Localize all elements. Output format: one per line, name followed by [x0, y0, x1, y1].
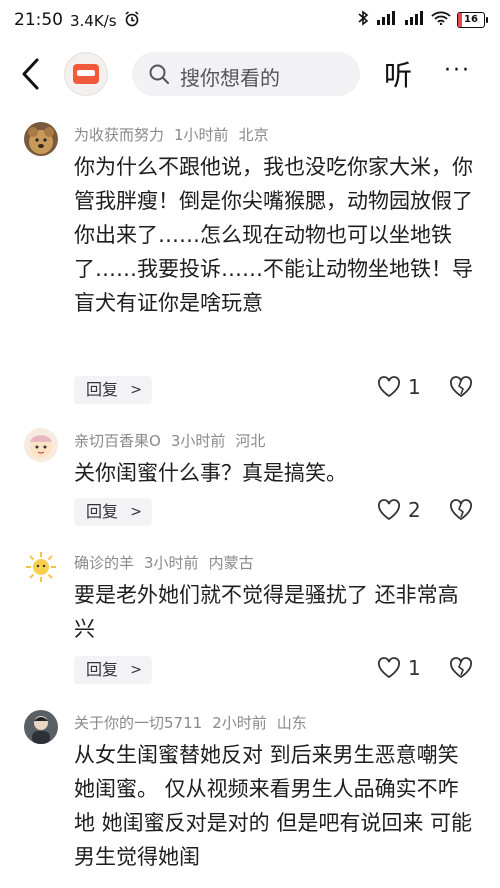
- comment-username[interactable]: 确诊的羊: [74, 554, 134, 572]
- dislike-button[interactable]: [448, 375, 474, 403]
- dislike-button[interactable]: [448, 656, 474, 684]
- heart-icon: [378, 657, 400, 679]
- comment-location: 内蒙古: [208, 554, 254, 572]
- chevron-right-icon: >: [130, 662, 142, 678]
- avatar[interactable]: [24, 428, 58, 462]
- comment-username[interactable]: 关于你的一切5711: [74, 714, 202, 732]
- app-icon[interactable]: [64, 52, 108, 96]
- heart-icon: [378, 499, 400, 521]
- comment-meta: 关于你的一切5711 2小时前 山东: [74, 712, 317, 733]
- comment-location: 河北: [235, 432, 266, 450]
- comment-text: 关你闺蜜什么事？真是搞笑。: [74, 461, 347, 485]
- comment-username[interactable]: 为收获而努力: [74, 126, 164, 144]
- like-count: 1: [408, 656, 421, 680]
- comment-text: 从女生闺蜜替她反对 到后来男生恶意嘲笑她闺蜜。 仅从视频来看男生人品确实不咋地 …: [74, 743, 473, 869]
- comment-text: 你为什么不跟他说，我也没吃你家大米，你管我胖瘦！倒是你尖嘴猴腮，动物园放假了你出…: [74, 155, 473, 315]
- avatar[interactable]: [24, 122, 58, 156]
- comment-text: 要是老外她们就不觉得是骚扰了 还非常高兴: [74, 583, 459, 641]
- broken-heart-icon: [450, 657, 472, 679]
- signal-icon: [375, 11, 397, 29]
- search-icon: [148, 63, 170, 89]
- search-placeholder: 搜你想看的: [180, 66, 280, 90]
- like-count: 2: [408, 498, 421, 522]
- back-arrow-icon: [22, 58, 39, 90]
- comment-location: 山东: [276, 714, 307, 732]
- chevron-right-icon: >: [130, 504, 142, 520]
- chevron-right-icon: >: [130, 382, 142, 398]
- comment-meta: 亲切百香果O 3小时前 河北: [74, 430, 275, 451]
- bluetooth-icon: [357, 10, 369, 30]
- status-time: 21:50: [14, 10, 63, 30]
- like-button[interactable]: 1: [376, 656, 421, 680]
- avatar[interactable]: [24, 550, 58, 584]
- reply-label: 回复: [86, 502, 119, 521]
- reply-button[interactable]: 回复 >: [74, 498, 152, 526]
- comment-time: 1小时前: [174, 126, 229, 144]
- like-count: 1: [408, 375, 421, 399]
- like-button[interactable]: 2: [376, 498, 421, 522]
- back-button[interactable]: [18, 56, 46, 92]
- comment-time: 2小时前: [212, 714, 267, 732]
- wifi-icon: [431, 11, 451, 29]
- broken-heart-icon: [450, 499, 472, 521]
- search-box[interactable]: 搜你想看的: [132, 52, 360, 96]
- comment-meta: 为收获而努力 1小时前 北京: [74, 124, 279, 145]
- signal-icon-2: [403, 11, 425, 29]
- top-nav: 搜你想看的 听 ···: [0, 44, 500, 104]
- reply-button[interactable]: 回复 >: [74, 376, 152, 404]
- alarm-icon: [124, 11, 140, 31]
- battery-icon: 16: [457, 12, 488, 28]
- dislike-button[interactable]: [448, 498, 474, 526]
- comment-location: 北京: [238, 126, 269, 144]
- network-speed: 3.4K/s: [70, 12, 117, 30]
- reply-button[interactable]: 回复 >: [74, 656, 152, 684]
- avatar[interactable]: [24, 710, 58, 744]
- broken-heart-icon: [450, 376, 472, 398]
- like-button[interactable]: 1: [376, 375, 421, 399]
- comment-username[interactable]: 亲切百香果O: [74, 432, 161, 450]
- listen-button[interactable]: 听: [384, 54, 412, 94]
- status-bar: 21:50 3.4K/s 16: [0, 0, 500, 40]
- reply-label: 回复: [86, 380, 119, 399]
- more-button[interactable]: ···: [444, 58, 471, 83]
- reply-label: 回复: [86, 660, 119, 679]
- comment-time: 3小时前: [144, 554, 199, 572]
- battery-level: 16: [464, 14, 478, 25]
- comment-meta: 确诊的羊 3小时前 内蒙古: [74, 552, 264, 573]
- comment-time: 3小时前: [170, 432, 226, 450]
- heart-icon: [378, 376, 400, 398]
